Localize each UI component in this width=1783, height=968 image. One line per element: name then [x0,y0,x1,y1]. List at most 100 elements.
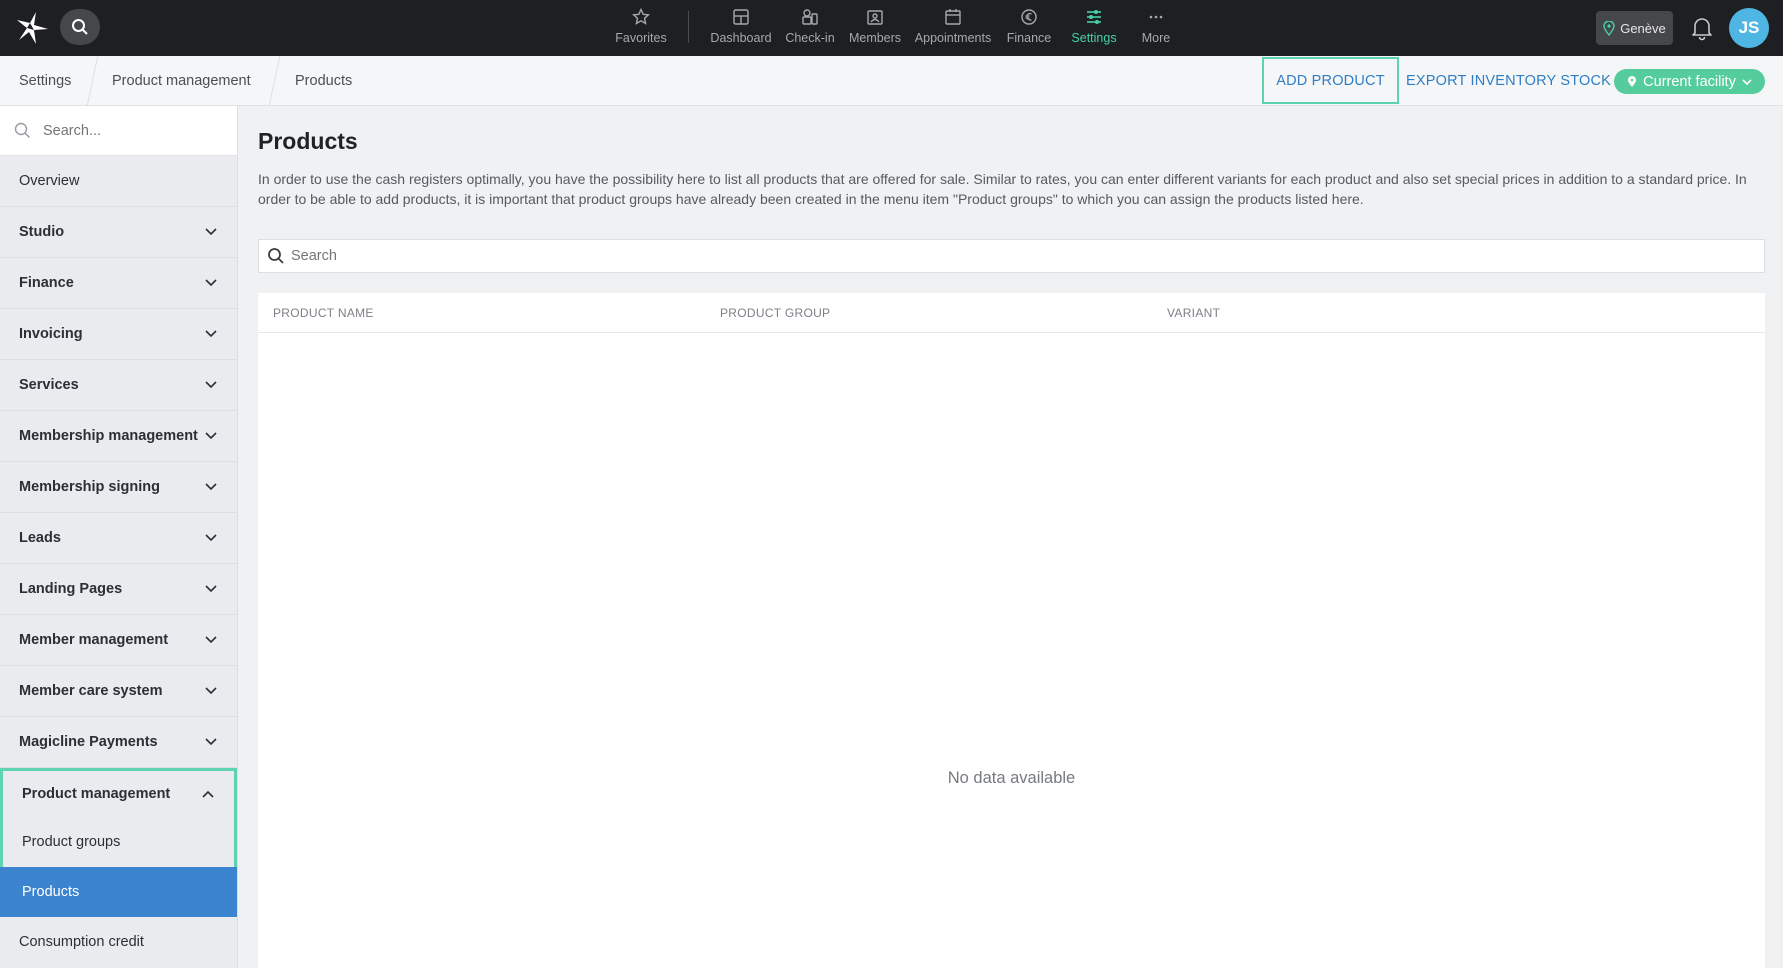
members-icon [867,10,883,25]
column-header-variant[interactable]: VARIANT [1167,293,1220,333]
sidebar-item-studio[interactable]: Studio [0,207,237,258]
sidebar-item-product-management[interactable]: Product management [3,771,234,817]
products-table: PRODUCT NAME PRODUCT GROUP VARIANT No da… [258,293,1765,968]
sidebar-item-label: Member management [19,632,169,648]
more-icon [1149,15,1163,19]
chevron-down-icon [205,330,217,338]
nav-label: Check-in [785,31,835,45]
search-icon [268,248,284,264]
breadcrumb-divider [268,56,281,106]
bell-icon[interactable] [1690,15,1714,41]
chevron-down-icon [205,432,217,440]
page-title: Products [258,128,358,154]
sidebar-item-label: Product management [22,786,171,802]
check-in-icon [802,9,818,25]
nav-favorites[interactable]: Favorites [610,0,672,56]
facility-label: Current facility [1643,73,1736,90]
star-icon [632,8,650,25]
sidebar-item-label: Magicline Payments [19,734,158,750]
nav-members[interactable]: Members [845,0,905,56]
page-description: In order to use the cash registers optim… [258,171,1747,207]
location-pin-icon [1603,20,1615,36]
sidebar-item-label: Landing Pages [19,581,123,597]
sidebar-item-label: Product groups [22,834,121,850]
nav-finance[interactable]: Finance [1001,0,1057,56]
chevron-down-icon [205,585,217,593]
sidebar-item-label: Consumption credit [19,934,144,950]
nav-label: Appointments [914,31,992,45]
add-product-button[interactable]: ADD PRODUCT [1262,57,1399,104]
breadcrumb-product-management[interactable]: Product management [112,56,251,106]
sliders-icon [1087,10,1101,24]
nav-label: More [1141,31,1171,45]
breadcrumb-products: Products [295,73,353,89]
top-bar: Favorites Dashboard Check-in Members App… [0,0,1783,56]
sidebar-item-membership-management[interactable]: Membership management [0,411,237,462]
products-search[interactable] [258,239,1765,273]
breadcrumb-divider [86,56,99,106]
sidebar-item-label: Finance [19,275,74,291]
sidebar-list: Overview Studio Finance Invoicing Services Me… [0,156,237,768]
sidebar-item-label: Leads [19,530,61,546]
chevron-down-icon [205,381,217,389]
calendar-icon [945,9,961,25]
breadcrumb-settings[interactable]: Settings [19,56,71,106]
nav-divider [688,11,689,43]
column-header-product-group[interactable]: PRODUCT GROUP [720,293,830,333]
euro-icon [1021,9,1037,25]
nav-settings[interactable]: Settings [1065,0,1123,56]
sidebar-item-overview[interactable]: Overview [0,156,237,207]
sidebar-item-invoicing[interactable]: Invoicing [0,309,237,360]
export-inventory-stock-button[interactable]: EXPORT INVENTORY STOCK [1406,56,1611,106]
sidebar-item-label: Services [19,377,79,393]
sidebar-item-member-management[interactable]: Member management [0,615,237,666]
avatar[interactable]: JS [1729,8,1769,48]
chevron-down-icon [205,279,217,287]
products-search-input[interactable] [291,248,1691,264]
sidebar-item-label: Member care system [19,683,163,699]
nav-label: Dashboard [710,31,772,45]
search-icon [72,19,88,35]
global-search-button[interactable] [60,9,100,45]
nav-label: Members [848,31,902,45]
nav-label: Settings [1071,31,1117,45]
sidebar-item-product-groups[interactable]: Product groups [3,817,234,867]
sidebar-item-products[interactable]: Products [0,867,237,917]
sidebar-search[interactable] [0,106,237,156]
sidebar-item-finance[interactable]: Finance [0,258,237,309]
sidebar-item-magicline-payments[interactable]: Magicline Payments [0,717,237,768]
sidebar-item-label: Products [22,884,80,900]
sidebar-item-membership-signing[interactable]: Membership signing [0,462,237,513]
nav-check-in[interactable]: Check-in [779,0,841,56]
chevron-down-icon [205,738,217,746]
sidebar-item-landing-pages[interactable]: Landing Pages [0,564,237,615]
nav-more[interactable]: More [1131,0,1181,56]
chevron-down-icon [205,636,217,644]
search-icon [14,122,31,139]
main-content: Products In order to use the cash regist… [258,106,1766,968]
location-button[interactable]: Genève [1596,11,1673,45]
nav-dashboard[interactable]: Dashboard [709,0,773,56]
column-header-product-name[interactable]: PRODUCT NAME [273,293,374,333]
table-header: PRODUCT NAME PRODUCT GROUP VARIANT [258,293,1765,333]
sidebar-group-product-management: Product management Product groups Produc… [0,768,237,917]
sidebar: Overview Studio Finance Invoicing Services Me… [0,106,238,968]
current-facility-dropdown[interactable]: Current facility [1614,69,1765,94]
sidebar-item-label: Invoicing [19,326,83,342]
chevron-down-icon [205,483,217,491]
sidebar-item-member-care-system[interactable]: Member care system [0,666,237,717]
nav-appointments[interactable]: Appointments [909,0,997,56]
sidebar-item-leads[interactable]: Leads [0,513,237,564]
chevron-down-icon [205,228,217,236]
dashboard-icon [733,9,749,25]
location-label: Genève [1620,20,1666,36]
logo-icon[interactable] [14,10,50,46]
sidebar-item-services[interactable]: Services [0,360,237,411]
avatar-initials: JS [1738,18,1760,37]
empty-state-text: No data available [947,769,1076,787]
sidebar-item-label: Membership signing [19,479,160,495]
sidebar-search-input[interactable] [43,122,213,139]
sidebar-item-consumption-credit[interactable]: Consumption credit [0,917,237,967]
chevron-down-icon [1742,78,1752,85]
nav-label: Favorites [615,31,667,45]
